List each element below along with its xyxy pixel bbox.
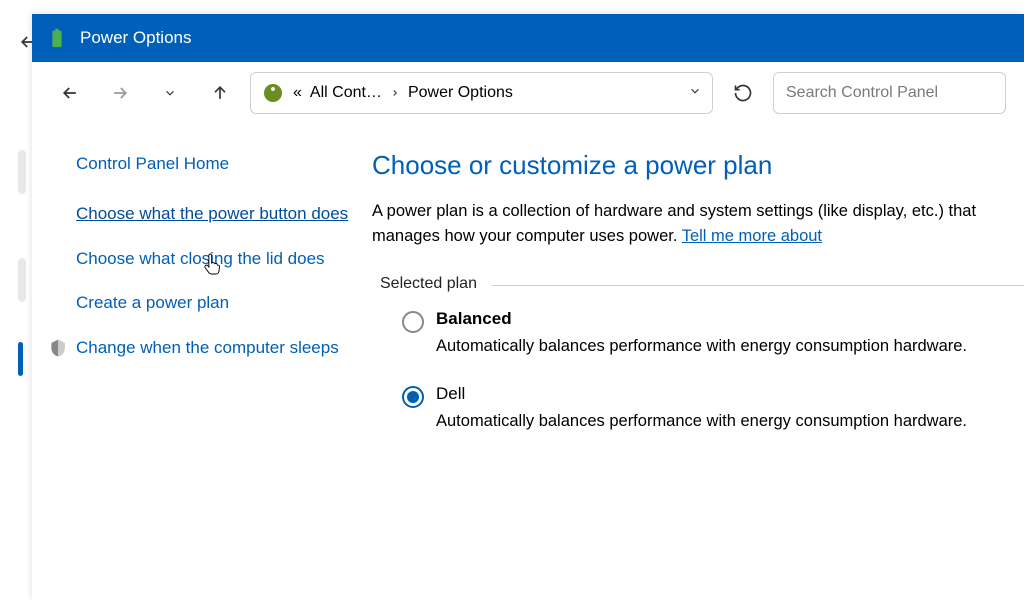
sidebar-link-computer-sleeps[interactable]: Change when the computer sleeps — [76, 336, 339, 361]
breadcrumb-root: « — [293, 84, 302, 102]
fieldset-label-text: Selected plan — [380, 275, 477, 292]
window: Power Options « All Cont… Power Options — [32, 14, 1024, 601]
main-panel: Choose or customize a power plan A power… — [372, 124, 1024, 601]
sidebar: Control Panel Home Choose what the power… — [32, 124, 372, 601]
page-heading: Choose or customize a power plan — [372, 150, 1024, 181]
learn-more-link[interactable]: Tell me more about — [682, 227, 822, 245]
forward-button[interactable] — [100, 73, 140, 113]
sidebar-link-create-plan[interactable]: Create a power plan — [76, 291, 352, 316]
plan-row-balanced: Balanced Automatically balances performa… — [402, 309, 1024, 359]
shield-icon — [48, 338, 68, 358]
refresh-button[interactable] — [723, 73, 763, 113]
search-bar[interactable] — [773, 72, 1006, 114]
up-button[interactable] — [200, 73, 240, 113]
radio-dell[interactable] — [402, 386, 424, 408]
fieldset-divider — [492, 285, 1024, 286]
window-shadow — [18, 150, 26, 194]
titlebar: Power Options — [32, 14, 1024, 62]
sidebar-link-closing-lid[interactable]: Choose what closing the lid does — [76, 247, 352, 272]
plan-row-dell: Dell Automatically balances performance … — [402, 384, 1024, 434]
control-panel-icon — [261, 81, 285, 105]
content: Control Panel Home Choose what the power… — [32, 124, 1024, 601]
address-dropdown-button[interactable] — [688, 84, 702, 102]
battery-app-icon — [46, 27, 68, 49]
breadcrumb-level1[interactable]: All Cont… — [310, 84, 382, 102]
radio-balanced[interactable] — [402, 311, 424, 333]
back-button[interactable] — [50, 73, 90, 113]
chevron-right-icon[interactable] — [390, 86, 400, 101]
window-title: Power Options — [80, 28, 192, 48]
address-bar[interactable]: « All Cont… Power Options — [250, 72, 713, 114]
fieldset-selected-plan: Selected plan — [372, 275, 1024, 293]
history-dropdown-button[interactable] — [150, 73, 190, 113]
plan-name[interactable]: Balanced — [436, 309, 1024, 329]
search-input[interactable] — [786, 84, 993, 102]
sidebar-heading: Control Panel Home — [76, 154, 352, 174]
sidebar-link-power-button[interactable]: Choose what the power button does — [76, 202, 352, 227]
window-shadow — [18, 258, 26, 302]
plan-desc: Automatically balances performance with … — [436, 335, 1024, 359]
plan-desc: Automatically balances performance with … — [436, 410, 1024, 434]
page-description: A power plan is a collection of hardware… — [372, 199, 1024, 249]
breadcrumb-level2[interactable]: Power Options — [408, 84, 513, 102]
plan-name[interactable]: Dell — [436, 384, 1024, 404]
toolbar: « All Cont… Power Options — [32, 62, 1024, 124]
accent-bar — [18, 342, 23, 376]
desc-text: A power plan is a collection of hardware… — [372, 202, 976, 245]
